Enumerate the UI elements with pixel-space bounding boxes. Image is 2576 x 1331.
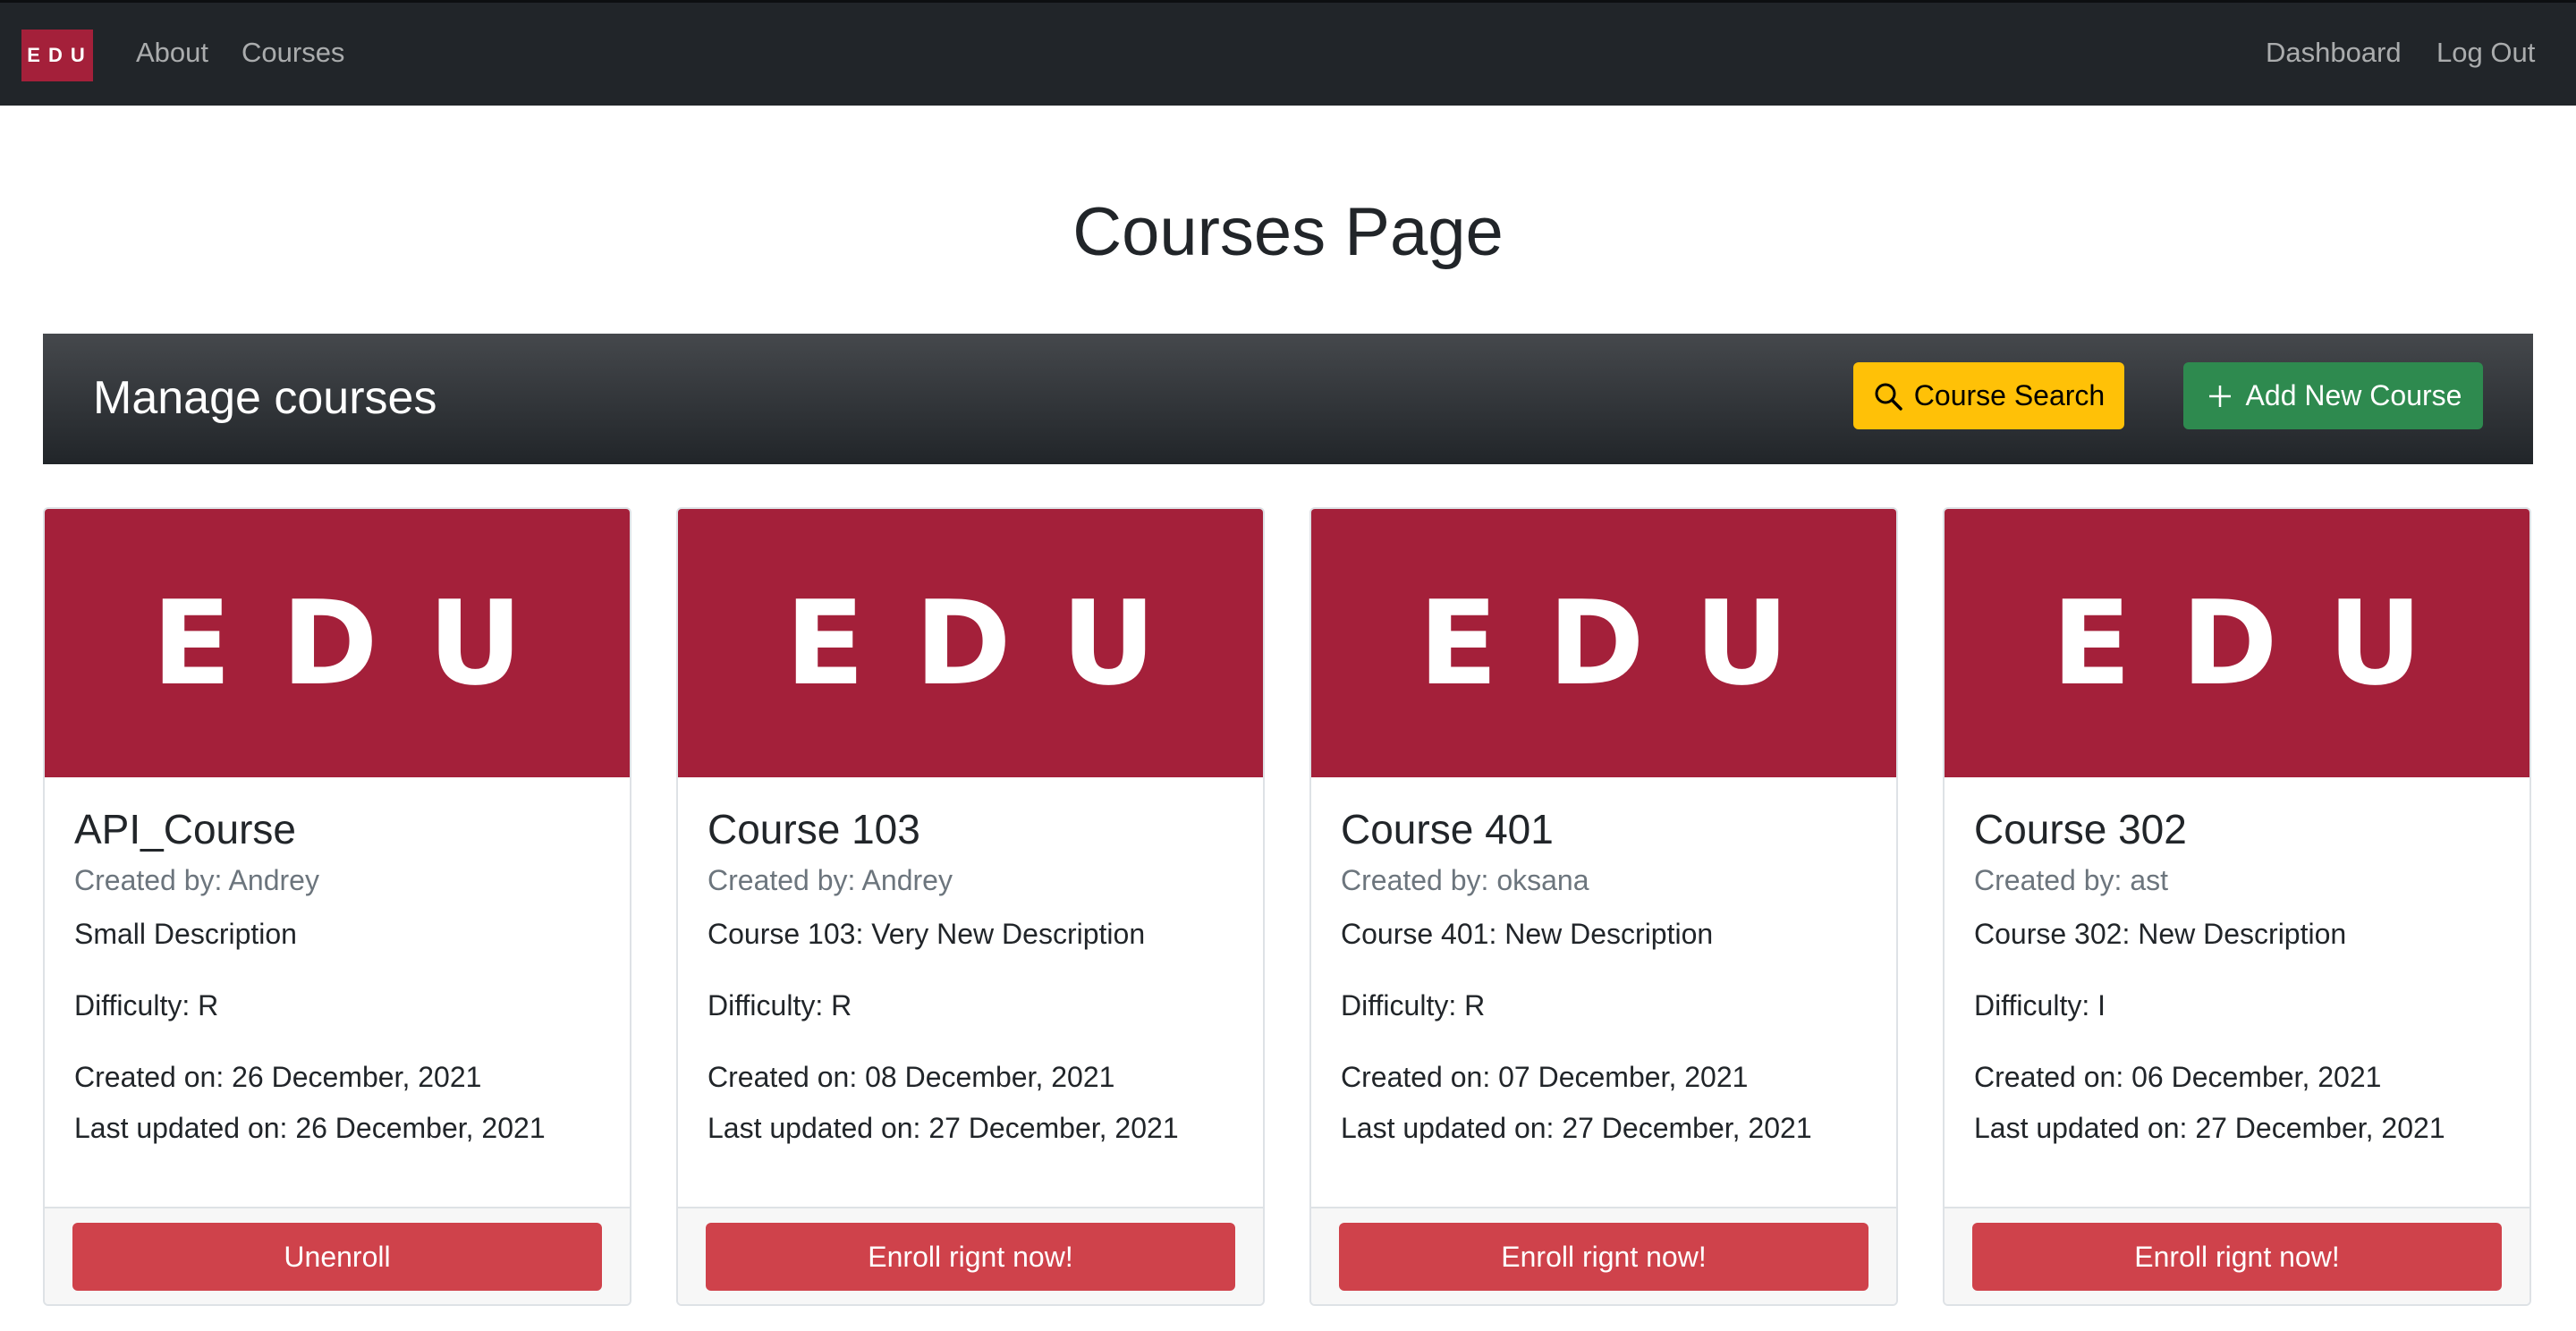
brand-logo[interactable]: EDU	[21, 30, 93, 81]
nav-link-dashboard[interactable]: Dashboard	[2266, 37, 2402, 69]
course-card-title: Course 103	[708, 806, 920, 852]
course-card-difficulty: Difficulty: R	[74, 989, 219, 1022]
course-card-title: API_Course	[74, 806, 297, 852]
course-card-created: Created on: 26 December, 2021	[74, 1061, 482, 1093]
course-card-footer: Enroll rignt now!	[1945, 1207, 2529, 1304]
course-card-title: Course 401	[1341, 806, 1554, 852]
plus-icon	[2205, 381, 2235, 411]
top-navbar: EDU About Courses Dashboard Log Out	[0, 0, 2576, 106]
course-card: EDU Course 103 Created by: Andrey Course…	[676, 507, 1265, 1306]
course-card-author: Created by: Andrey	[708, 864, 953, 896]
course-card-description: Course 302: New Description	[1974, 918, 2347, 950]
course-card-footer: Enroll rignt now!	[1311, 1207, 1896, 1304]
course-card-author: Created by: ast	[1974, 864, 2168, 896]
course-card-author: Created by: Andrey	[74, 864, 319, 896]
course-card-difficulty: Difficulty: R	[1341, 989, 1486, 1022]
course-card-updated: Last updated on: 27 December, 2021	[1974, 1112, 2445, 1144]
course-card-description: Course 401: New Description	[1341, 918, 1714, 950]
enroll-button[interactable]: Enroll rignt now!	[706, 1223, 1235, 1291]
nav-link-logout[interactable]: Log Out	[2436, 37, 2535, 69]
enroll-button[interactable]: Enroll rignt now!	[1972, 1223, 2502, 1291]
course-card-author: Created by: oksana	[1341, 864, 1589, 896]
page-title: Courses Page	[1072, 194, 1504, 270]
course-card-updated: Last updated on: 26 December, 2021	[74, 1112, 546, 1144]
course-card-logo: EDU	[784, 575, 1207, 711]
course-card-logo: EDU	[1418, 575, 1840, 711]
course-card: EDU Course 401 Created by: oksana Course…	[1309, 507, 1898, 1306]
course-search-button[interactable]: Course Search	[1853, 362, 2124, 429]
unenroll-button[interactable]: Unenroll	[72, 1223, 602, 1291]
course-card-created: Created on: 07 December, 2021	[1341, 1061, 1749, 1093]
course-card-footer: Enroll rignt now!	[678, 1207, 1263, 1304]
course-card-image: EDU	[1945, 509, 2529, 777]
course-card-updated: Last updated on: 27 December, 2021	[1341, 1112, 1812, 1144]
add-new-course-button[interactable]: Add New Course	[2183, 362, 2483, 429]
course-card-created: Created on: 06 December, 2021	[1974, 1061, 2382, 1093]
nav-link-courses[interactable]: Courses	[242, 37, 344, 69]
course-card: EDU Course 302 Created by: ast Course 30…	[1943, 507, 2531, 1306]
course-card-image: EDU	[678, 509, 1263, 777]
enroll-button[interactable]: Enroll rignt now!	[1339, 1223, 1868, 1291]
course-card: EDU API_Course Created by: Andrey Small …	[43, 507, 631, 1306]
nav-link-about[interactable]: About	[136, 37, 208, 69]
course-card-difficulty: Difficulty: I	[1974, 989, 2106, 1022]
manage-courses-title: Manage courses	[93, 372, 437, 424]
course-card-logo: EDU	[2051, 575, 2473, 711]
course-card-image: EDU	[45, 509, 630, 777]
course-card-image: EDU	[1311, 509, 1896, 777]
course-card-difficulty: Difficulty: R	[708, 989, 852, 1022]
course-card-footer: Unenroll	[45, 1207, 630, 1304]
course-search-label: Course Search	[1913, 379, 2106, 411]
course-card-updated: Last updated on: 27 December, 2021	[708, 1112, 1179, 1144]
course-card-logo: EDU	[151, 575, 573, 711]
course-card-title: Course 302	[1974, 806, 2187, 852]
course-card-description: Small Description	[74, 918, 297, 950]
search-icon	[1873, 381, 1903, 411]
add-new-course-label: Add New Course	[2245, 379, 2462, 411]
manage-courses-bar: Manage courses Course Search Add New Cou…	[43, 334, 2533, 464]
course-card-created: Created on: 08 December, 2021	[708, 1061, 1115, 1093]
course-card-description: Course 103: Very New Description	[708, 918, 1146, 950]
course-card-grid: EDU API_Course Created by: Andrey Small …	[43, 507, 2533, 1312]
